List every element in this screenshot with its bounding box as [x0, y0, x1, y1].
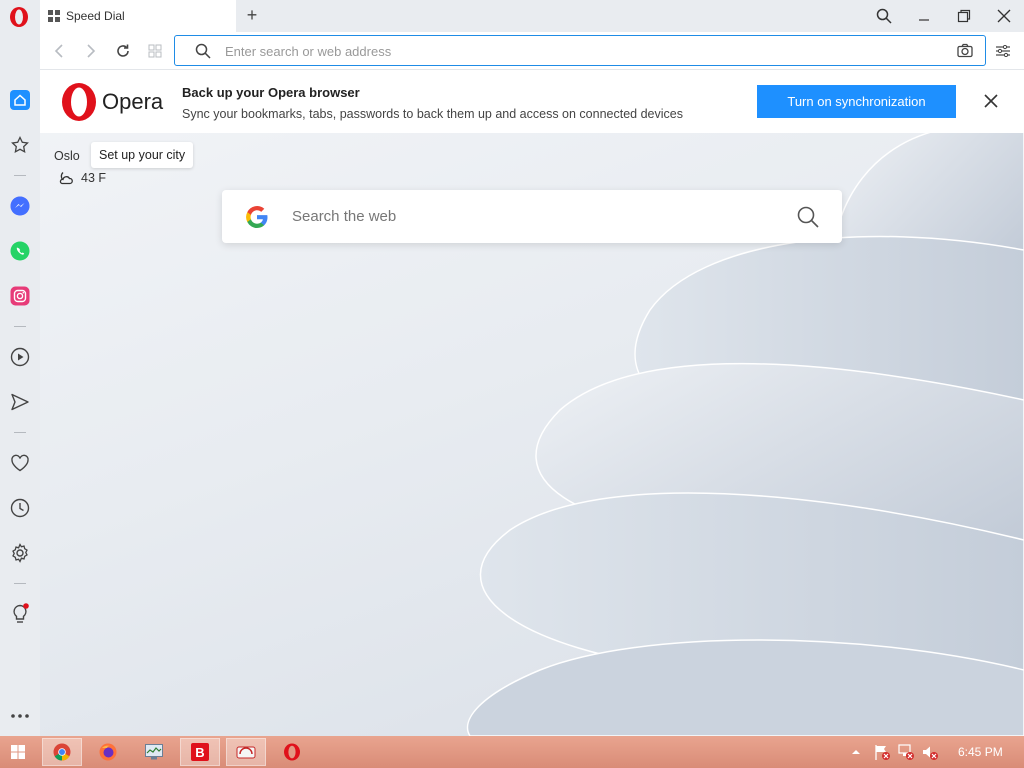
wallpaper-image: [466, 124, 1024, 736]
restore-button[interactable]: [950, 4, 978, 28]
sidebar-divider: [14, 583, 26, 584]
tab-title: Speed Dial: [66, 9, 125, 23]
search-tabs-icon[interactable]: [870, 4, 898, 28]
taskbar-clock[interactable]: 6:45 PM: [958, 745, 1003, 759]
opera-logo-text: Opera: [102, 89, 164, 114]
windows-taskbar: B 6:45 PM: [0, 736, 1024, 768]
weather-widget: 43 F: [58, 171, 106, 185]
web-search-placeholder[interactable]: Search the web: [292, 208, 396, 225]
turn-on-sync-button[interactable]: Turn on synchronization: [757, 85, 956, 118]
messenger-icon[interactable]: [8, 194, 32, 218]
bitdefender-taskbar-icon[interactable]: B: [180, 738, 220, 766]
whatsapp-icon[interactable]: [8, 239, 32, 263]
network-icon[interactable]: [894, 738, 918, 766]
address-input[interactable]: [225, 40, 925, 62]
sync-banner: Opera Back up your Opera browser Sync yo…: [40, 70, 1024, 133]
weather-city[interactable]: Oslo: [54, 149, 80, 163]
reload-button[interactable]: [112, 40, 134, 62]
settings-gear-icon[interactable]: [8, 541, 32, 565]
night-cloud-icon: [59, 172, 73, 185]
banner-subtitle: Sync your bookmarks, tabs, passwords to …: [182, 107, 683, 121]
history-clock-icon[interactable]: [8, 496, 32, 520]
favorites-heart-icon[interactable]: [8, 451, 32, 475]
bookmarks-icon[interactable]: [8, 133, 32, 157]
banner-title: Back up your Opera browser: [182, 85, 360, 100]
close-banner-icon[interactable]: [982, 92, 1000, 110]
windows-start-icon[interactable]: [0, 738, 36, 766]
title-bar: Speed Dial +: [0, 0, 1024, 32]
opera-logo: Opera: [60, 82, 163, 122]
disk-app-taskbar-icon[interactable]: [226, 738, 266, 766]
resource-monitor-taskbar-icon[interactable]: [134, 738, 174, 766]
action-center-flag-icon[interactable]: [870, 738, 894, 766]
address-bar[interactable]: [174, 35, 986, 66]
tips-lightbulb-icon[interactable]: [8, 602, 32, 626]
city-setup-tooltip[interactable]: Set up your city: [91, 142, 194, 168]
tab-speed-dial[interactable]: Speed Dial: [40, 0, 236, 32]
home-icon[interactable]: [8, 88, 32, 112]
sidebar-divider: [14, 175, 26, 176]
sidebar: [0, 32, 40, 736]
instagram-icon[interactable]: [8, 284, 32, 308]
google-logo-icon: [246, 206, 268, 228]
search-icon: [195, 43, 211, 59]
minimize-button[interactable]: [910, 4, 938, 28]
navigation-bar: [40, 32, 1024, 70]
camera-icon[interactable]: [957, 43, 973, 58]
weather-temperature: 43 F: [81, 171, 107, 185]
easy-setup-icon[interactable]: [992, 40, 1014, 62]
firefox-taskbar-icon[interactable]: [88, 738, 128, 766]
opera-taskbar-icon[interactable]: [272, 738, 312, 766]
close-window-button[interactable]: [990, 4, 1018, 28]
chrome-taskbar-icon[interactable]: [42, 738, 82, 766]
speed-dial-icon: [48, 10, 60, 22]
speed-dial-grid-icon[interactable]: [144, 40, 166, 62]
volume-muted-icon[interactable]: [918, 738, 942, 766]
sidebar-divider: [14, 326, 26, 327]
opera-menu-icon[interactable]: [8, 6, 30, 28]
speed-dial-page: Opera Back up your Opera browser Sync yo…: [40, 70, 1024, 736]
more-options-icon[interactable]: [8, 704, 32, 728]
svg-text:B: B: [195, 745, 204, 760]
player-icon[interactable]: [8, 345, 32, 369]
search-icon[interactable]: [796, 205, 820, 229]
forward-button[interactable]: [80, 40, 102, 62]
sidebar-divider: [14, 432, 26, 433]
flow-icon[interactable]: [8, 390, 32, 414]
back-button[interactable]: [48, 40, 70, 62]
show-hidden-icons-chevron-icon[interactable]: [846, 738, 866, 766]
web-search-box[interactable]: Search the web: [222, 190, 842, 243]
new-tab-button[interactable]: +: [242, 4, 262, 26]
